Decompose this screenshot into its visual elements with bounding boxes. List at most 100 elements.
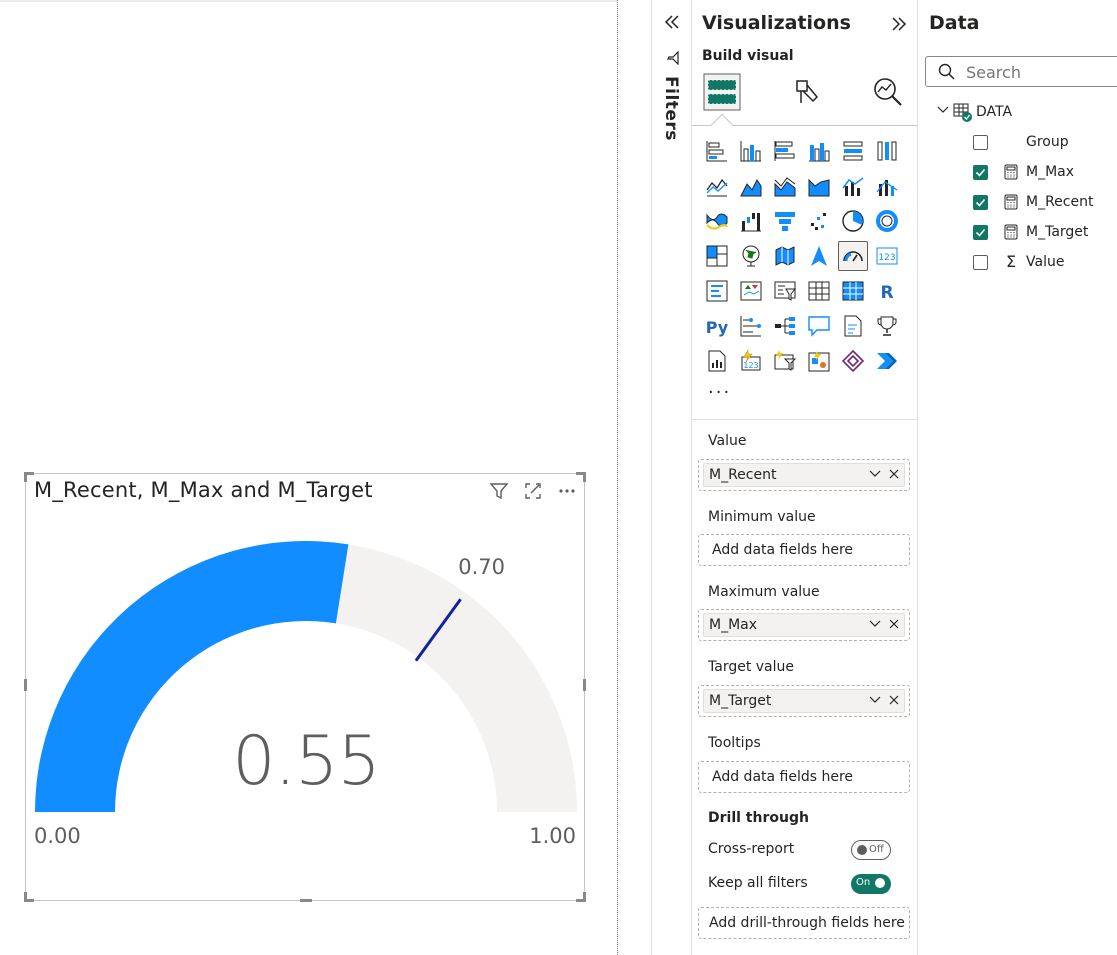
goals-trophy-icon[interactable] bbox=[872, 311, 902, 341]
ribbon-chart-icon[interactable] bbox=[702, 206, 732, 236]
multi-row-card-icon[interactable] bbox=[702, 276, 732, 306]
gauge-max-label: 1.00 bbox=[529, 824, 576, 848]
field-row-group[interactable]: Group bbox=[973, 132, 1069, 152]
power-apps-diamond-icon[interactable] bbox=[838, 346, 868, 376]
svg-text:123: 123 bbox=[878, 253, 895, 263]
stacked-bar-chart-icon[interactable] bbox=[702, 136, 732, 166]
field-checkbox-checked[interactable] bbox=[973, 224, 988, 240]
chevron-down-icon[interactable] bbox=[936, 103, 950, 121]
well-label-target: Target value bbox=[708, 659, 795, 675]
power-apps-card-icon[interactable]: 123 bbox=[736, 346, 766, 376]
analytics-magnifier-icon bbox=[874, 78, 902, 106]
field-row-m-max[interactable]: M_Max bbox=[973, 162, 1074, 182]
line-chart-icon[interactable] bbox=[702, 171, 732, 201]
kpi-icon[interactable] bbox=[736, 276, 766, 306]
power-automate-icon[interactable] bbox=[872, 346, 902, 376]
line-stacked-column-icon[interactable] bbox=[872, 171, 902, 201]
data-pane: Data DATA Group M_Max bbox=[917, 0, 1117, 955]
scatter-chart-icon[interactable] bbox=[804, 206, 834, 236]
azure-map-icon[interactable] bbox=[804, 241, 834, 271]
table-node-data[interactable]: DATA bbox=[936, 102, 1012, 122]
chevron-down-icon[interactable] bbox=[868, 693, 882, 711]
clustered-column-chart-icon[interactable] bbox=[804, 136, 834, 166]
stacked-area-chart-icon[interactable] bbox=[770, 171, 800, 201]
cross-report-toggle[interactable]: Off bbox=[851, 840, 891, 860]
more-visuals-button[interactable]: ··· bbox=[708, 382, 731, 403]
field-chip-target[interactable]: M_Target bbox=[703, 689, 905, 713]
well-value[interactable]: M_Recent bbox=[698, 459, 910, 491]
field-chip-maximum[interactable]: M_Max bbox=[703, 613, 905, 637]
field-checkbox-checked[interactable] bbox=[973, 194, 988, 210]
tab-build-visual[interactable] bbox=[700, 70, 744, 114]
power-automate-slicer-icon[interactable] bbox=[770, 346, 800, 376]
stacked-column-chart-icon[interactable] bbox=[736, 136, 766, 166]
field-chip-value[interactable]: M_Recent bbox=[703, 463, 905, 487]
matrix-icon[interactable] bbox=[838, 276, 868, 306]
well-maximum[interactable]: M_Max bbox=[698, 609, 910, 641]
gauge-visual[interactable]: M_Recent, M_Max and M_Target 0.55 0.00 1… bbox=[24, 472, 586, 902]
table-icon[interactable] bbox=[804, 276, 834, 306]
map-globe-icon[interactable] bbox=[736, 241, 766, 271]
power-apps-icon[interactable] bbox=[804, 346, 834, 376]
donut-chart-icon[interactable] bbox=[872, 206, 902, 236]
filters-label[interactable]: Filters bbox=[661, 76, 681, 141]
area-chart-icon[interactable] bbox=[736, 171, 766, 201]
chevron-down-icon[interactable] bbox=[868, 467, 882, 485]
search-input[interactable] bbox=[966, 60, 1116, 84]
chevron-down-icon[interactable] bbox=[868, 617, 882, 635]
gauge-min-label: 0.00 bbox=[34, 824, 81, 848]
funnel-chart-icon[interactable] bbox=[770, 206, 800, 236]
calculator-icon bbox=[1000, 224, 1022, 240]
gauge-chart bbox=[35, 541, 577, 812]
well-target[interactable]: M_Target bbox=[698, 685, 910, 717]
clustered-bar-chart-icon[interactable] bbox=[770, 136, 800, 166]
treemap-icon[interactable] bbox=[702, 241, 732, 271]
paginated-report-icon[interactable] bbox=[702, 346, 732, 376]
line-column-combo-icon[interactable] bbox=[838, 171, 868, 201]
100pct-stacked-bar-icon[interactable] bbox=[838, 136, 868, 166]
toggle-knob bbox=[875, 878, 885, 888]
card-icon[interactable]: 123 bbox=[872, 241, 902, 271]
search-icon bbox=[938, 63, 956, 85]
well-label-maximum: Maximum value bbox=[708, 584, 820, 600]
collapse-pane-icon[interactable] bbox=[662, 12, 682, 32]
filled-map-icon[interactable] bbox=[770, 241, 800, 271]
remove-field-icon[interactable] bbox=[888, 617, 900, 635]
pie-chart-icon[interactable] bbox=[838, 206, 868, 236]
r-script-visual-icon[interactable]: R bbox=[872, 276, 902, 306]
slicer-icon[interactable] bbox=[770, 276, 800, 306]
field-checkbox[interactable] bbox=[973, 134, 988, 150]
remove-field-icon[interactable] bbox=[888, 467, 900, 485]
expand-pane-icon[interactable] bbox=[889, 14, 909, 34]
field-row-value[interactable]: Σ Value bbox=[973, 252, 1064, 272]
decomposition-tree-icon[interactable] bbox=[770, 311, 800, 341]
waterfall-chart-icon[interactable] bbox=[736, 206, 766, 236]
well-label-value: Value bbox=[708, 433, 747, 449]
field-name: M_Max bbox=[1026, 164, 1075, 180]
100pct-stacked-column-icon[interactable] bbox=[872, 136, 902, 166]
remove-field-icon[interactable] bbox=[888, 693, 900, 711]
field-checkbox-checked[interactable] bbox=[973, 164, 988, 180]
search-box[interactable] bbox=[925, 56, 1117, 87]
python-visual-icon[interactable]: Py bbox=[702, 311, 732, 341]
qna-icon[interactable] bbox=[804, 311, 834, 341]
key-influencers-icon[interactable] bbox=[736, 311, 766, 341]
field-row-m-target[interactable]: M_Target bbox=[973, 222, 1088, 242]
smart-narrative-icon[interactable] bbox=[838, 311, 868, 341]
ribbon-area-icon[interactable] bbox=[804, 171, 834, 201]
tab-format-visual[interactable] bbox=[784, 70, 828, 114]
keep-all-filters-toggle[interactable]: On bbox=[851, 874, 891, 894]
well-placeholder: Add drill-through fields here bbox=[709, 915, 905, 931]
toggle-knob bbox=[857, 845, 867, 855]
tab-analytics[interactable] bbox=[866, 70, 910, 114]
svg-text:Py: Py bbox=[706, 318, 729, 337]
field-row-m-recent[interactable]: M_Recent bbox=[973, 192, 1093, 212]
field-checkbox[interactable] bbox=[973, 254, 988, 270]
sigma-icon: Σ bbox=[1005, 252, 1017, 271]
well-drill-through[interactable]: Add drill-through fields here bbox=[698, 907, 910, 939]
visual-type-gallery: 123 R Py 123 bbox=[702, 136, 908, 381]
gauge-chart-icon[interactable] bbox=[838, 241, 868, 271]
well-minimum[interactable]: Add data fields here bbox=[698, 534, 910, 566]
filters-pane-collapsed[interactable]: Filters bbox=[651, 0, 691, 955]
well-tooltips[interactable]: Add data fields here bbox=[698, 761, 910, 793]
